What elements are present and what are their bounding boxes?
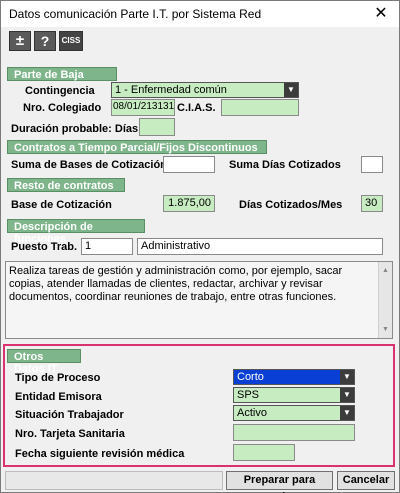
dialog-window: Datos comunicación Parte I.T. por Sistem… [0, 0, 400, 493]
help-button[interactable]: ? [34, 31, 56, 51]
chevron-down-icon: ▼ [340, 388, 354, 402]
scroll-down-icon[interactable]: ▼ [382, 323, 389, 336]
entidad-value: SPS [237, 389, 260, 401]
dias-cotizados-label: Días Cotizados/Mes [239, 199, 343, 211]
chevron-down-icon: ▼ [340, 370, 354, 384]
contingencia-value: 1 - Enfermedad común [115, 84, 227, 96]
puesto-code-field[interactable]: 1 [81, 238, 133, 255]
base-cotizacion-label: Base de Cotización [11, 199, 112, 211]
entidad-label: Entidad Emisora [15, 391, 102, 403]
suma-bases-field[interactable] [163, 156, 215, 173]
base-cotizacion-field[interactable]: 1.875,00 [163, 195, 215, 212]
ciss-button[interactable]: CISS [59, 31, 83, 51]
section-descripcion-funciones: Descripción de funciones [7, 219, 145, 245]
situacion-select[interactable]: Activo ▼ [233, 405, 355, 421]
chevron-down-icon: ▼ [284, 83, 298, 97]
contingencia-label: Contingencia [25, 85, 95, 97]
fecha-label: Fecha siguiente revisión médica [15, 448, 185, 460]
preparar-button[interactable]: Preparar para enviar [226, 471, 333, 493]
descripcion-scrollbar[interactable]: ▲ ▼ [378, 262, 392, 338]
suma-dias-label: Suma Días Cotizados [229, 159, 341, 171]
dias-cotizados-field[interactable]: 30 [361, 195, 383, 212]
cancelar-button[interactable]: Cancelar [337, 471, 395, 490]
descripcion-text: Realiza tareas de gestión y administraci… [9, 265, 343, 303]
progress-bar [5, 471, 223, 490]
close-icon[interactable]: ✕ [371, 4, 391, 24]
tarjeta-field[interactable] [233, 424, 355, 441]
duracion-label: Duración probable: Días [11, 123, 139, 135]
section-parte-baja: Parte de Baja [7, 67, 117, 81]
fecha-field[interactable] [233, 444, 295, 461]
section-tiempo-parcial: Contratos a Tiempo Parcial/Fijos Discont… [7, 140, 267, 154]
section-resto-contratos: Resto de contratos [7, 178, 125, 192]
contingencia-select[interactable]: 1 - Enfermedad común ▼ [111, 82, 299, 98]
descripcion-textarea[interactable]: Realiza tareas de gestión y administraci… [5, 261, 393, 339]
cias-label: C.I.A.S. [177, 102, 216, 114]
tarjeta-label: Nro. Tarjeta Sanitaria [15, 428, 125, 440]
situacion-label: Situación Trabajador [15, 409, 124, 421]
nro-colegiado-field[interactable]: 08/01/213131 [111, 99, 175, 116]
entidad-select[interactable]: SPS ▼ [233, 387, 355, 403]
chevron-down-icon: ▼ [340, 406, 354, 420]
title-bar: Datos comunicación Parte I.T. por Sistem… [1, 1, 399, 27]
tipo-proceso-select[interactable]: Corto ▼ [233, 369, 355, 385]
plusminus-button[interactable]: ± [9, 31, 31, 51]
tipo-proceso-label: Tipo de Proceso [15, 372, 101, 384]
nro-colegiado-label: Nro. Colegiado [23, 102, 102, 114]
situacion-value: Activo [237, 407, 267, 419]
window-title: Datos comunicación Parte I.T. por Sistem… [9, 7, 262, 21]
puesto-name-field[interactable]: Administrativo [137, 238, 383, 255]
tipo-proceso-value: Corto [237, 371, 264, 383]
puesto-label: Puesto Trab. [11, 241, 78, 253]
cias-field[interactable] [221, 99, 299, 116]
duracion-field[interactable] [139, 118, 175, 136]
scroll-up-icon[interactable]: ▲ [382, 264, 389, 277]
suma-bases-label: Suma de Bases de Cotización [11, 159, 167, 171]
suma-dias-field[interactable] [361, 156, 383, 173]
section-otros-datos: Otros Datos IT [7, 349, 81, 375]
